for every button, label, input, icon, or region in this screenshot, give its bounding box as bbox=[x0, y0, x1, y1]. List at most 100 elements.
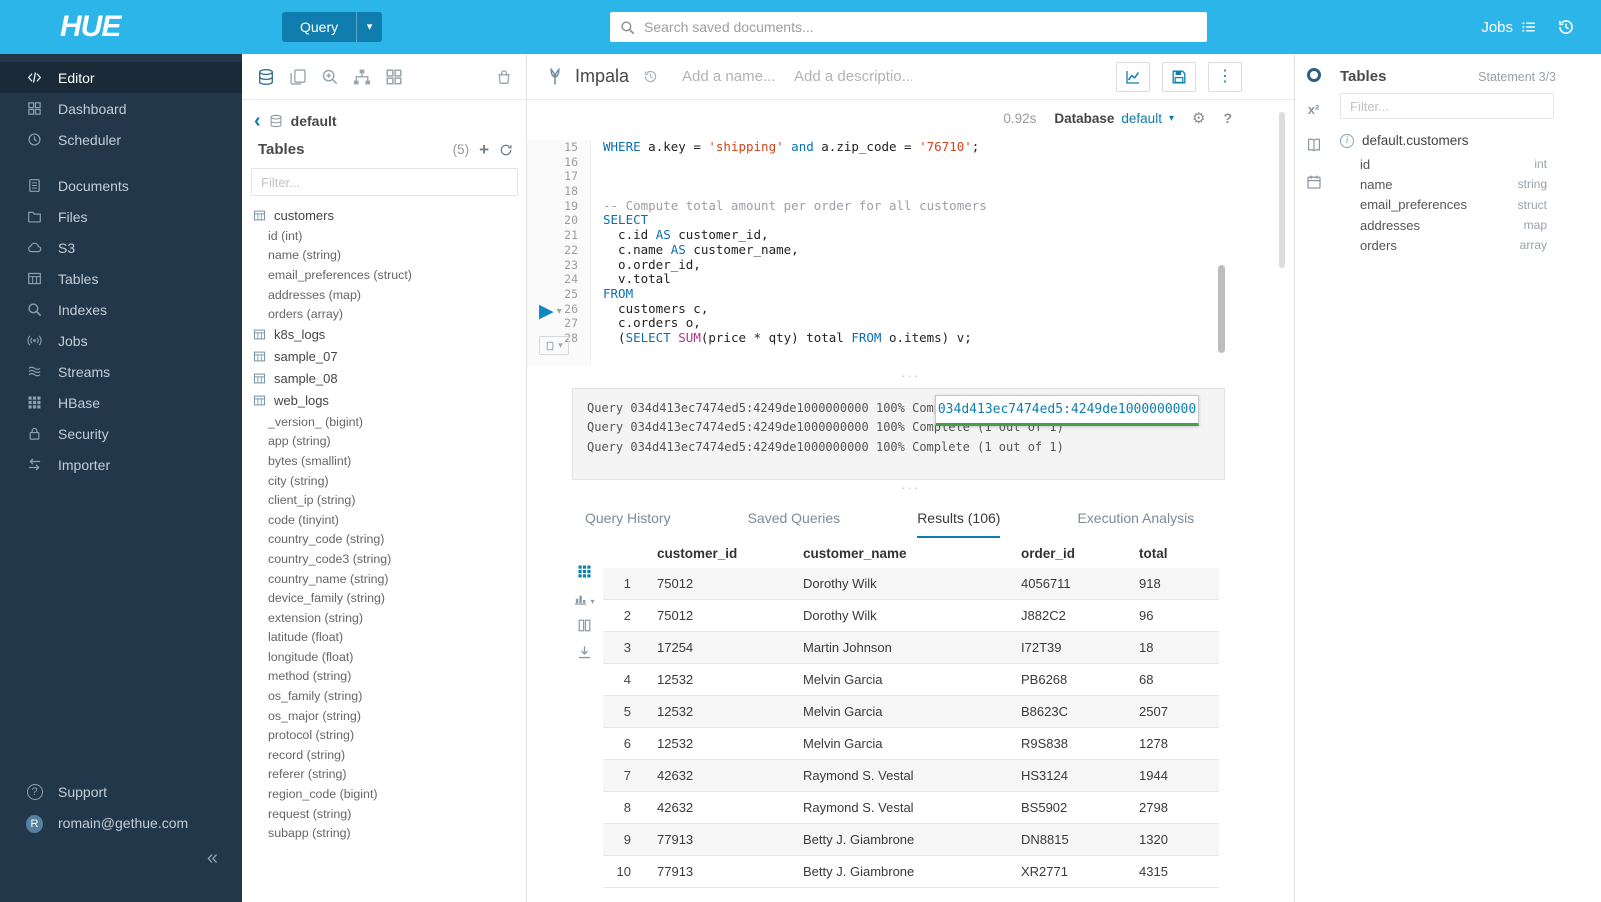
zoom-in-icon[interactable] bbox=[321, 68, 339, 86]
resize-handle[interactable]: ··· bbox=[527, 372, 1294, 384]
tab-query-history[interactable]: Query History bbox=[585, 502, 671, 538]
code-line[interactable]: -- Compute total amount per order for al… bbox=[603, 199, 987, 214]
assist-column[interactable]: protocol (string) bbox=[242, 725, 526, 745]
assist-column[interactable]: device_family (string) bbox=[242, 588, 526, 608]
right-column-email_preferences[interactable]: email_preferencesstruct bbox=[1332, 195, 1556, 215]
tab-results-106[interactable]: Results (106) bbox=[917, 502, 1000, 538]
right-filter-input[interactable] bbox=[1340, 93, 1554, 119]
sidebar-item-editor[interactable]: Editor bbox=[0, 62, 242, 93]
assist-column[interactable]: city (string) bbox=[242, 471, 526, 491]
back-chevron-icon[interactable]: ‹ bbox=[254, 114, 261, 128]
assist-column[interactable]: extension (string) bbox=[242, 608, 526, 628]
code-line[interactable]: v.total bbox=[603, 272, 987, 287]
assist-column[interactable]: os_major (string) bbox=[242, 706, 526, 726]
sql-source-icon[interactable] bbox=[257, 68, 275, 86]
panel-scrollbar[interactable] bbox=[1279, 112, 1285, 268]
apps-source-icon[interactable] bbox=[385, 68, 403, 86]
assist-table-web_logs[interactable]: web_logs bbox=[242, 390, 526, 412]
sidebar-item-indexes[interactable]: Indexes bbox=[0, 294, 242, 325]
assist-column[interactable]: orders (array) bbox=[242, 304, 526, 324]
chart-view-icon[interactable]: ▾ bbox=[573, 591, 594, 606]
assist-table-customers[interactable]: customers bbox=[242, 204, 526, 226]
assist-column[interactable]: longitude (float) bbox=[242, 647, 526, 667]
grid-view-icon[interactable] bbox=[577, 564, 592, 579]
schedule-icon[interactable] bbox=[1306, 174, 1322, 190]
assist-column[interactable]: referer (string) bbox=[242, 765, 526, 785]
result-row[interactable]: 612532Melvin GarciaR9S8381278 bbox=[603, 728, 1219, 760]
collect-bag-icon[interactable] bbox=[496, 69, 512, 85]
right-column-orders[interactable]: ordersarray bbox=[1332, 235, 1556, 255]
assist-column[interactable]: region_code (bigint) bbox=[242, 784, 526, 804]
user-menu[interactable]: R romain@gethue.com bbox=[0, 807, 242, 838]
chevron-down-icon[interactable]: ▾ bbox=[356, 12, 382, 42]
sidebar-item-jobs[interactable]: Jobs bbox=[0, 325, 242, 356]
save-button[interactable] bbox=[1162, 62, 1196, 92]
assist-column[interactable]: record (string) bbox=[242, 745, 526, 765]
right-column-name[interactable]: namestring bbox=[1332, 174, 1556, 194]
assist-column[interactable]: _version_ (bigint) bbox=[242, 412, 526, 432]
sidebar-item-s3[interactable]: S3 bbox=[0, 232, 242, 263]
right-column-id[interactable]: idint bbox=[1332, 154, 1556, 174]
add-table-icon[interactable]: + bbox=[479, 143, 489, 157]
query-history-icon[interactable] bbox=[643, 69, 658, 84]
result-row[interactable]: 977913Betty J. GiambroneDN88151320 bbox=[603, 824, 1219, 856]
assist-column[interactable]: latitude (float) bbox=[242, 628, 526, 648]
sidebar-item-documents[interactable]: Documents bbox=[0, 170, 242, 201]
assist-column[interactable]: country_code (string) bbox=[242, 530, 526, 550]
assist-column[interactable]: app (string) bbox=[242, 432, 526, 452]
resize-handle[interactable]: ··· bbox=[527, 484, 1294, 496]
sidebar-item-files[interactable]: Files bbox=[0, 201, 242, 232]
collapse-sidebar-button[interactable]: « bbox=[207, 847, 218, 869]
code-line[interactable] bbox=[603, 169, 987, 184]
assist-column[interactable]: country_code3 (string) bbox=[242, 549, 526, 569]
sidebar-item-importer[interactable]: Importer bbox=[0, 449, 242, 480]
result-row[interactable]: 742632Raymond S. VestalHS31241944 bbox=[603, 760, 1219, 792]
download-icon[interactable] bbox=[577, 645, 592, 660]
assist-column[interactable]: method (string) bbox=[242, 667, 526, 687]
assist-table-sample_07[interactable]: sample_07 bbox=[242, 346, 526, 368]
column-header[interactable]: customer_id bbox=[645, 540, 791, 568]
database-breadcrumb[interactable]: default bbox=[291, 113, 337, 129]
jobs-link[interactable]: Jobs bbox=[1481, 19, 1537, 36]
assist-column[interactable]: code (tinyint) bbox=[242, 510, 526, 530]
result-row[interactable]: 412532Melvin GarciaPB626868 bbox=[603, 664, 1219, 696]
editor-scrollbar[interactable] bbox=[1218, 265, 1225, 353]
assist-column[interactable]: bytes (smallint) bbox=[242, 451, 526, 471]
code-line[interactable]: o.order_id, bbox=[603, 258, 987, 273]
more-actions-button[interactable]: ⋮ bbox=[1208, 62, 1242, 92]
code-line[interactable]: c.id AS customer_id, bbox=[603, 228, 987, 243]
assist-column[interactable]: name (string) bbox=[242, 246, 526, 266]
tab-execution-analysis[interactable]: Execution Analysis bbox=[1077, 502, 1194, 538]
assist-column[interactable]: request (string) bbox=[242, 804, 526, 824]
sidebar-item-hbase[interactable]: HBase bbox=[0, 387, 242, 418]
active-table[interactable]: i default.customers bbox=[1332, 129, 1556, 154]
assist-column[interactable]: id (int) bbox=[242, 226, 526, 246]
assist-column[interactable]: addresses (map) bbox=[242, 285, 526, 305]
assist-column[interactable]: time (string) bbox=[242, 843, 526, 844]
assist-column[interactable]: os_family (string) bbox=[242, 686, 526, 706]
hdfs-source-icon[interactable] bbox=[353, 68, 371, 86]
code-line[interactable] bbox=[603, 184, 987, 199]
code-line[interactable]: (SELECT SUM(price * qty) total FROM o.it… bbox=[603, 331, 987, 346]
code-line[interactable]: WHERE a.key = 'shipping' and a.zip_code … bbox=[603, 140, 987, 155]
sidebar-item-scheduler[interactable]: Scheduler bbox=[0, 124, 242, 155]
sql-editor[interactable]: 1516171819202122232425262728 WHERE a.key… bbox=[527, 138, 1234, 364]
help-icon[interactable]: ? bbox=[1223, 110, 1232, 126]
sidebar-item-dashboard[interactable]: Dashboard bbox=[0, 93, 242, 124]
chart-button[interactable] bbox=[1116, 62, 1150, 92]
result-row[interactable]: 512532Melvin GarciaB8623C2507 bbox=[603, 696, 1219, 728]
assist-table-sample_08[interactable]: sample_08 bbox=[242, 368, 526, 390]
sidebar-item-streams[interactable]: Streams bbox=[0, 356, 242, 387]
functions-icon[interactable]: x² bbox=[1308, 103, 1320, 116]
result-row[interactable]: 317254Martin JohnsonI72T3918 bbox=[603, 632, 1219, 664]
result-row[interactable]: 842632Raymond S. VestalBS59022798 bbox=[603, 792, 1219, 824]
database-selector[interactable]: Database default ▾ bbox=[1054, 111, 1174, 126]
code-line[interactable]: customers c, bbox=[603, 302, 987, 317]
language-reference-icon[interactable] bbox=[1306, 137, 1322, 153]
assist-column[interactable]: subapp (string) bbox=[242, 823, 526, 843]
table-filter-input[interactable] bbox=[251, 168, 518, 196]
query-name-input[interactable] bbox=[682, 68, 784, 85]
sidebar-item-tables[interactable]: Tables bbox=[0, 263, 242, 294]
snippet-type-menu[interactable]: ▾ bbox=[539, 336, 569, 355]
column-header[interactable]: customer_name bbox=[791, 540, 1009, 568]
